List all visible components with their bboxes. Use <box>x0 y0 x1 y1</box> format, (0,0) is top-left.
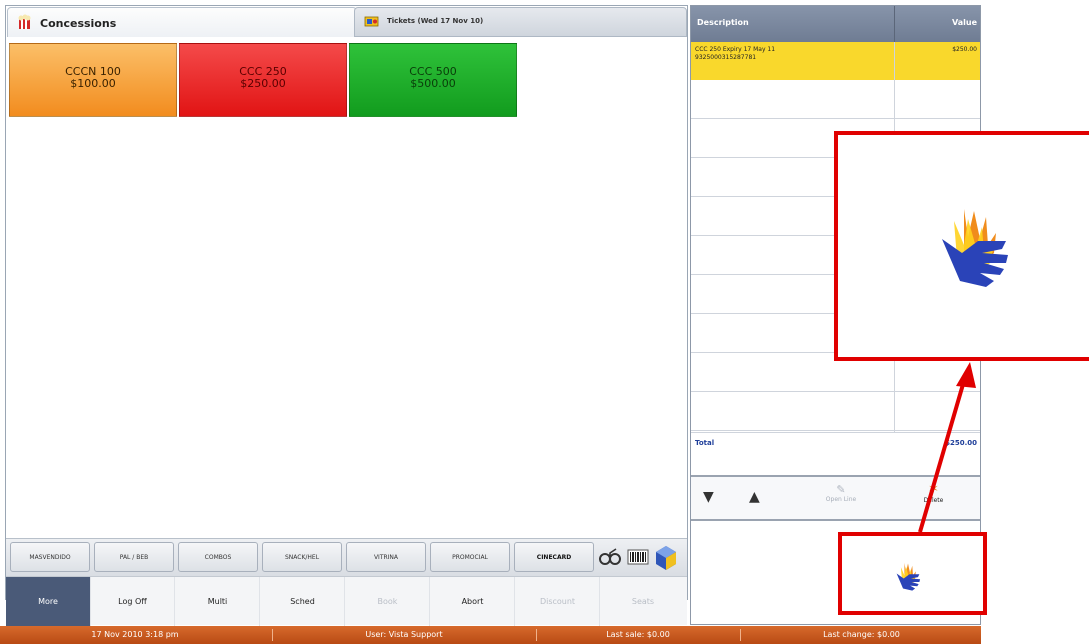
barcode-icon[interactable] <box>626 543 650 571</box>
order-header: Description Value <box>691 6 980 42</box>
item-tile-ccc-500[interactable]: CCC 500 $500.00 <box>349 43 517 117</box>
category-button-pal-beb[interactable]: PAL / BEB <box>94 542 174 572</box>
log-off-button[interactable]: Log Off <box>91 577 175 626</box>
popcorn-icon <box>18 14 31 29</box>
tab-concessions[interactable]: Concessions <box>7 7 357 37</box>
status-user: User: Vista Support <box>365 630 443 639</box>
open-line-label: Open Line <box>825 496 857 503</box>
status-last-sale: Last sale: $0.00 <box>606 630 670 639</box>
tab-concessions-label: Concessions <box>40 17 117 30</box>
pencil-icon: ✎ <box>836 483 846 496</box>
status-divider <box>272 629 273 641</box>
sched-button[interactable]: Sched <box>261 577 345 626</box>
annotation-callout-source <box>838 532 987 615</box>
discount-button[interactable]: Discount <box>516 577 600 626</box>
order-line-value: $250.00 <box>952 46 977 53</box>
function-bar: More Log Off Multi Sched Book Abort Disc… <box>6 576 687 626</box>
order-line-selected[interactable]: CCC 250 Expiry 17 May 11 932500031528778… <box>691 42 980 80</box>
abort-button[interactable]: Abort <box>431 577 515 626</box>
status-last-change: Last change: $0.00 <box>823 630 900 639</box>
book-button[interactable]: Book <box>346 577 430 626</box>
item-tile-cccn-100[interactable]: CCCN 100 $100.00 <box>9 43 177 117</box>
category-button-promocial[interactable]: PROMOCIAL <box>430 542 510 572</box>
order-line-description: CCC 250 Expiry 17 May 11 <box>695 46 776 53</box>
scroll-up-icon[interactable]: ▲ <box>749 489 763 505</box>
scroll-down-icon[interactable]: ▼ <box>703 489 717 505</box>
more-button[interactable]: More <box>6 577 91 626</box>
tile-price: $250.00 <box>240 77 286 90</box>
status-date: 17 Nov 2010 3:18 pm <box>91 630 179 639</box>
status-divider <box>740 629 741 641</box>
annotation-arrow <box>918 362 976 533</box>
multi-button[interactable]: Multi <box>176 577 260 626</box>
tab-tickets[interactable]: Tickets (Wed 17 Nov 10) <box>354 7 687 37</box>
status-bar: 17 Nov 2010 3:18 pm User: Vista Support … <box>0 626 981 644</box>
category-button-vitrina[interactable]: VITRINA <box>346 542 426 572</box>
sign-language-icon <box>942 209 1008 287</box>
header-divider <box>894 6 895 42</box>
seats-button[interactable]: Seats <box>601 577 685 626</box>
category-button-masvendido[interactable]: MASVENDIDO <box>10 542 90 572</box>
item-tile-ccc-250[interactable]: CCC 250 $250.00 <box>179 43 347 117</box>
header-description: Description <box>697 18 749 27</box>
open-line-button[interactable]: ✎ Open Line <box>801 483 881 515</box>
sign-language-icon[interactable] <box>892 560 924 592</box>
header-value: Value <box>951 18 977 27</box>
category-button-snack-hel[interactable]: SNACK/HEL <box>262 542 342 572</box>
tab-tickets-label: Tickets (Wed 17 Nov 10) <box>387 17 484 25</box>
annotation-callout-zoom <box>834 131 1089 361</box>
order-line-empty[interactable] <box>691 80 980 119</box>
tile-price: $500.00 <box>410 77 456 90</box>
tickets-icon <box>364 16 379 27</box>
category-button-combos[interactable]: COMBOS <box>178 542 258 572</box>
tile-price: $100.00 <box>70 77 116 90</box>
cube-icon[interactable] <box>654 543 678 571</box>
glasses-icon[interactable] <box>598 543 622 571</box>
category-bar: MASVENDIDO PAL / BEB COMBOS SNACK/HEL VI… <box>6 538 687 576</box>
total-label: Total <box>695 439 715 447</box>
order-line-barcode: 9325000315287781 <box>695 54 757 61</box>
category-button-cinecard[interactable]: CINECARD <box>514 542 594 572</box>
status-divider <box>536 629 537 641</box>
